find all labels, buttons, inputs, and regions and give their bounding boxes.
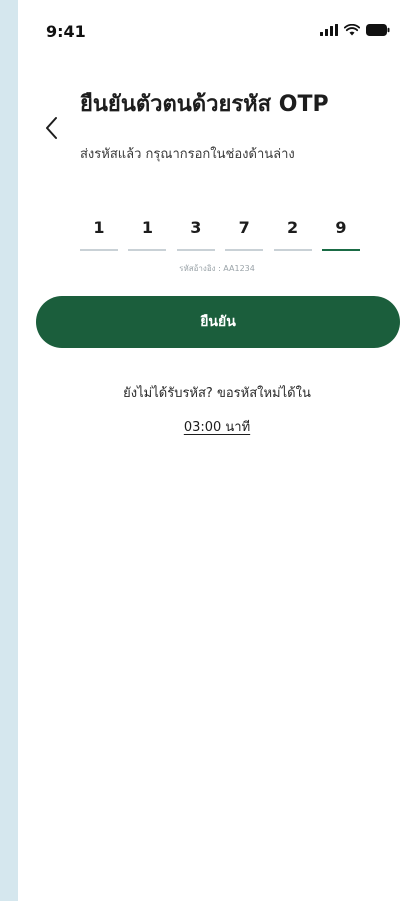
otp-digit-value: 3 <box>190 218 202 237</box>
otp-underline <box>225 249 264 251</box>
otp-underline <box>128 249 167 251</box>
otp-underline <box>80 249 118 251</box>
status-time: 9:41 <box>46 22 86 41</box>
chevron-left-icon <box>46 117 57 139</box>
back-button[interactable] <box>38 112 66 144</box>
resend-prompt: ยังไม่ได้รับรหัส? ขอรหัสใหม่ได้ใน <box>123 386 311 401</box>
status-bar: 9:41 <box>18 0 416 60</box>
page-title: ยืนยันตัวตนด้วยรหัส OTP <box>80 92 329 117</box>
otp-digit-1[interactable]: 1 <box>80 215 118 255</box>
status-icons <box>320 24 390 36</box>
otp-digit-value: 7 <box>238 218 250 237</box>
reference-code: รหัสอ้างอิง : AA1234 <box>179 264 255 273</box>
otp-underline <box>176 249 215 251</box>
otp-digit-4[interactable]: 7 <box>225 215 264 255</box>
otp-digit-3[interactable]: 3 <box>176 215 215 255</box>
wifi-icon <box>344 24 360 36</box>
otp-digit-value: 1 <box>93 218 105 237</box>
signal-icon <box>320 24 338 36</box>
otp-digit-value: 2 <box>286 218 299 237</box>
resend-timer-link[interactable]: 03:00 นาที <box>184 420 250 435</box>
otp-digit-5[interactable]: 2 <box>273 215 312 255</box>
otp-input-group: 1 1 3 7 2 9 <box>80 215 360 255</box>
otp-underline-active <box>321 249 360 251</box>
otp-digit-6[interactable]: 9 <box>321 215 360 255</box>
confirm-button[interactable]: ยืนยัน <box>36 296 400 348</box>
otp-digit-value: 9 <box>335 218 347 237</box>
phone-screen: 9:41 ยืนยันตัวตนด้วยรหัส OTP ส่งรหัสแล้ว… <box>18 0 416 901</box>
resend-timer: 03:00 นาที <box>18 416 416 437</box>
page-subtitle: ส่งรหัสแล้ว กรุณากรอกในช่องด้านล่าง <box>80 147 295 162</box>
otp-digit-2[interactable]: 1 <box>128 215 167 255</box>
otp-digit-value: 1 <box>141 218 153 237</box>
battery-icon <box>366 24 390 36</box>
otp-underline <box>273 249 312 251</box>
